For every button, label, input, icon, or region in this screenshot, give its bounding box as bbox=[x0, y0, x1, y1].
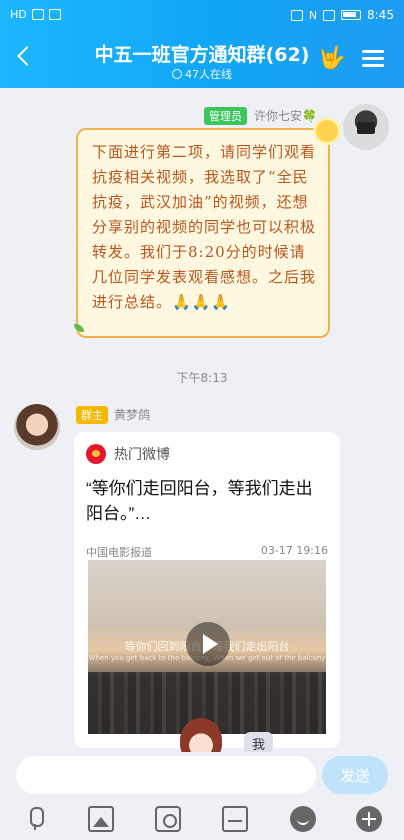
image-icon[interactable] bbox=[88, 806, 114, 832]
play-icon[interactable] bbox=[186, 622, 230, 666]
weibo-icon bbox=[86, 444, 106, 464]
online-text: 47人在线 bbox=[185, 68, 232, 81]
message-bubble[interactable]: 下面进行第二项，请同学们观看抗疫相关视频，我选取了“全民抗疫，武汉加油”的视频，… bbox=[76, 128, 330, 338]
emoji-icon[interactable] bbox=[290, 806, 316, 832]
message-timestamp: 下午8:13 bbox=[176, 371, 228, 385]
sender-name[interactable]: 许你七安🍀 bbox=[254, 107, 317, 124]
owner-tag: 群主 bbox=[76, 406, 108, 424]
back-button[interactable] bbox=[14, 44, 36, 70]
microphone-icon[interactable] bbox=[22, 806, 48, 832]
online-icon bbox=[172, 69, 182, 79]
card-publisher: 中国电影报道 bbox=[86, 546, 152, 559]
card-date: 03-17 19:16 bbox=[260, 544, 328, 557]
video-thumbnail[interactable]: 等你们回到阳台，等我们走出阳台 When you get back to the… bbox=[88, 560, 326, 734]
battery-icon bbox=[341, 10, 362, 20]
menu-line-icon bbox=[362, 57, 384, 60]
gift-icon[interactable] bbox=[222, 806, 248, 832]
wifi-icon bbox=[48, 9, 61, 20]
plus-icon[interactable] bbox=[356, 806, 382, 832]
avatar[interactable] bbox=[343, 104, 389, 150]
avatar[interactable] bbox=[14, 404, 60, 450]
camera-icon[interactable] bbox=[155, 806, 181, 832]
top-bar: HD N 8:45 中五一班官方通知群(62) 47人在线 🤟 bbox=[0, 0, 404, 88]
card-headline: “等你们走回阳台，等我们走出阳台。”… bbox=[86, 479, 313, 523]
send-button[interactable]: 发送 bbox=[322, 756, 388, 794]
card-source: 热门微博 bbox=[114, 447, 170, 463]
menu-line-icon bbox=[362, 50, 384, 53]
alarm-icon bbox=[323, 9, 336, 21]
bottom-toolbar bbox=[0, 798, 404, 840]
online-count: 47人在线 bbox=[60, 66, 344, 82]
sun-sticker-icon bbox=[316, 120, 338, 142]
menu-line-icon bbox=[362, 64, 384, 67]
input-bar: 发送 bbox=[0, 752, 404, 798]
weibo-share-card[interactable]: 热门微博 “等你们走回阳台，等我们走出阳台。”… 中国电影报道 03-17 19… bbox=[74, 432, 340, 748]
message-input[interactable] bbox=[16, 756, 316, 794]
eye-icon bbox=[290, 9, 303, 21]
status-time: 8:45 bbox=[367, 8, 394, 22]
nfc-icon: N bbox=[308, 8, 318, 22]
hd-label: HD bbox=[10, 8, 27, 21]
status-bar: HD N 8:45 bbox=[0, 0, 404, 30]
sender-name[interactable]: 黄梦鸽 bbox=[114, 406, 150, 423]
chat-title[interactable]: 中五一班官方通知群(62) bbox=[60, 40, 344, 67]
hand-gesture-icon[interactable]: 🤟 bbox=[318, 46, 345, 72]
menu-button[interactable] bbox=[362, 50, 384, 68]
message-text: 下面进行第二项，请同学们观看抗疫相关视频，我选取了“全民抗疫，武汉加油”的视频，… bbox=[92, 143, 317, 311]
signal-icon bbox=[31, 9, 44, 20]
admin-tag: 管理员 bbox=[204, 107, 247, 125]
